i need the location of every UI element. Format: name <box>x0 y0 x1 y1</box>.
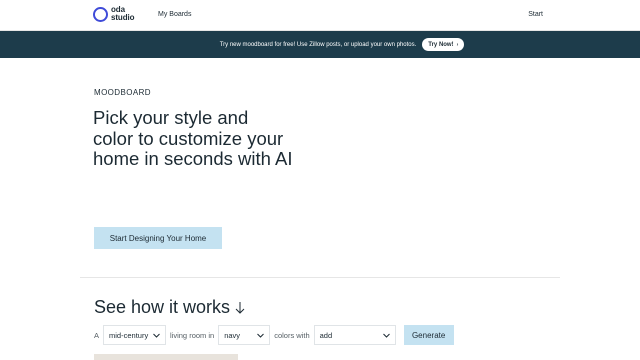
style-sentence-builder: A mid-century living room in navy colors… <box>94 325 454 345</box>
how-it-works-label: See how it works <box>94 297 231 317</box>
color-select-value: navy <box>224 330 241 340</box>
start-designing-button[interactable]: Start Designing Your Home <box>94 227 222 249</box>
oda-studio-logo[interactable]: oda studio <box>93 6 135 22</box>
sentence-word-living-room: living room in <box>170 330 215 340</box>
section-divider <box>80 277 560 278</box>
sentence-word-colors-with: colors with <box>274 330 310 340</box>
section-eyebrow: MOODBOARD <box>94 88 151 97</box>
chevron-down-icon <box>153 333 160 338</box>
nav-start[interactable]: Start <box>528 11 543 18</box>
generate-button[interactable]: Generate <box>403 325 454 345</box>
chevron-down-icon <box>257 333 265 338</box>
sentence-word-a: A <box>94 330 100 340</box>
logo-ring-icon <box>93 6 108 22</box>
logo-text: oda studio <box>111 6 135 22</box>
how-it-works-title: See how it works <box>94 297 245 318</box>
arrow-right-icon: › <box>456 41 459 48</box>
arrow-down-icon <box>235 301 245 314</box>
try-now-button[interactable]: Try Now! › <box>422 38 465 51</box>
promo-text: Try new moodboard for free! Use Zillow p… <box>219 41 417 48</box>
nav-my-boards[interactable]: My Boards <box>158 11 191 18</box>
color-select[interactable]: navy <box>218 325 271 345</box>
hero-title: Pick your style and color to customize y… <box>93 107 293 169</box>
extra-select-value: add <box>319 330 333 340</box>
promo-banner: Try new moodboard for free! Use Zillow p… <box>0 31 640 58</box>
top-header: oda studio My Boards Start <box>0 0 640 31</box>
preview-image <box>94 354 238 360</box>
logo-line-2: studio <box>111 13 135 22</box>
try-now-label: Try Now! <box>428 41 454 48</box>
extra-select[interactable]: add <box>313 325 396 345</box>
style-select-value: mid-century <box>109 330 149 340</box>
style-select[interactable]: mid-century <box>103 325 167 345</box>
chevron-down-icon <box>382 333 390 338</box>
